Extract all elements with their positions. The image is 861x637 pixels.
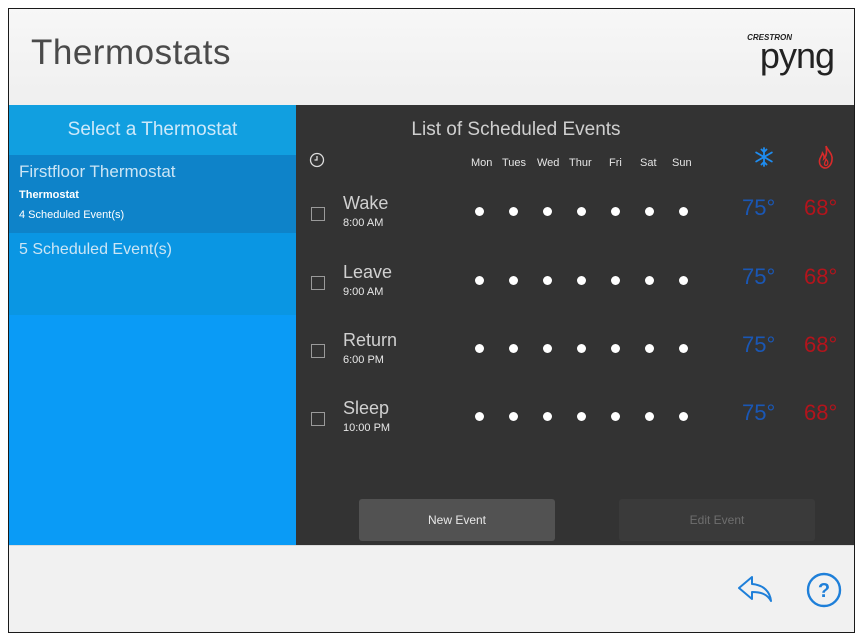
sidebar-heading: Select a Thermostat: [9, 105, 296, 155]
day-dot-tues: [509, 276, 518, 285]
day-dot-mon: [475, 344, 484, 353]
schedule-list-item[interactable]: 5 Scheduled Event(s): [9, 233, 296, 315]
event-row-return: Return 6:00 PM 75° 68°: [296, 330, 854, 398]
event-name: Return: [343, 330, 398, 350]
schedule-item-label: 5 Scheduled Event(s): [19, 241, 172, 258]
thermostat-event-count: 4 Scheduled Event(s): [19, 209, 125, 221]
clock-icon: [309, 152, 325, 168]
event-checkbox[interactable]: [311, 276, 325, 290]
event-checkbox[interactable]: [311, 412, 325, 426]
day-dot-thur: [577, 412, 586, 421]
day-dot-mon: [475, 276, 484, 285]
event-time: 10:00 PM: [343, 422, 391, 434]
snowflake-icon: [755, 147, 773, 167]
day-header-tues: Tues: [502, 157, 527, 169]
event-time: 8:00 AM: [343, 217, 384, 229]
thermostat-type: Thermostat: [19, 189, 79, 201]
day-dot-sat: [645, 344, 654, 353]
day-header-mon: Mon: [471, 157, 493, 169]
day-dot-sat: [645, 276, 654, 285]
day-dot-wed: [543, 412, 552, 421]
app-window: Thermostats CRESTRON pyng Select a Therm…: [8, 8, 855, 633]
day-dot-fri: [611, 207, 620, 216]
day-header-thur: Thur: [569, 157, 592, 169]
heat-setpoint: 68°: [804, 332, 838, 357]
page-title: Thermostats: [31, 33, 231, 72]
day-dot-mon: [475, 207, 484, 216]
cool-setpoint: 75°: [742, 400, 776, 425]
flame-icon: [818, 145, 833, 169]
day-dot-sun: [679, 207, 688, 216]
back-arrow-icon[interactable]: [737, 574, 773, 604]
day-dot-wed: [543, 276, 552, 285]
cool-setpoint: 75°: [742, 332, 776, 357]
heat-setpoint: 68°: [804, 400, 838, 425]
day-dot-tues: [509, 207, 518, 216]
event-checkbox[interactable]: [311, 207, 325, 221]
logo-product-text: pyng: [759, 35, 835, 76]
day-dot-fri: [611, 412, 620, 421]
cool-setpoint: 75°: [742, 195, 776, 220]
event-row-sleep: Sleep 10:00 PM 75° 68°: [296, 398, 854, 466]
day-dot-thur: [577, 344, 586, 353]
footer: [9, 545, 854, 632]
event-name: Sleep: [343, 398, 390, 418]
day-dot-sun: [679, 412, 688, 421]
day-dot-wed: [543, 344, 552, 353]
day-dot-tues: [509, 412, 518, 421]
thermostat-sidebar: Select a Thermostat Firstfloor Thermosta…: [9, 105, 296, 545]
event-checkbox[interactable]: [311, 344, 325, 358]
day-dot-sat: [645, 207, 654, 216]
day-dot-tues: [509, 344, 518, 353]
event-name: Leave: [343, 262, 393, 282]
scheduled-events-panel: List of Scheduled Events Mon Tues Wed Th…: [296, 105, 854, 545]
heat-setpoint: 68°: [804, 264, 838, 289]
day-header-sat: Sat: [640, 157, 657, 169]
day-dot-wed: [543, 207, 552, 216]
event-time: 6:00 PM: [343, 354, 384, 366]
day-dot-sun: [679, 344, 688, 353]
cool-setpoint: 75°: [742, 264, 776, 289]
event-name: Wake: [343, 193, 389, 213]
new-event-button[interactable]: New Event: [359, 499, 555, 541]
svg-text:?: ?: [818, 580, 830, 602]
event-time: 9:00 AM: [343, 286, 384, 298]
crestron-pyng-logo: CRESTRON pyng: [734, 31, 835, 79]
day-header-wed: Wed: [537, 157, 560, 169]
thermostat-name: Firstfloor Thermostat: [19, 162, 176, 181]
header: Thermostats CRESTRON pyng: [9, 9, 854, 105]
day-dot-thur: [577, 276, 586, 285]
help-icon[interactable]: ?: [806, 572, 842, 608]
event-row-wake: Wake 8:00 AM 75° 68°: [296, 193, 854, 261]
heat-setpoint: 68°: [804, 195, 838, 220]
day-dot-thur: [577, 207, 586, 216]
event-row-leave: Leave 9:00 AM 75° 68°: [296, 262, 854, 330]
thermostat-list-item[interactable]: Firstfloor Thermostat Thermostat 4 Sched…: [9, 155, 296, 233]
day-dot-fri: [611, 344, 620, 353]
day-dot-sat: [645, 412, 654, 421]
day-dot-mon: [475, 412, 484, 421]
panel-title: List of Scheduled Events: [411, 119, 621, 140]
day-dot-fri: [611, 276, 620, 285]
day-header-fri: Fri: [609, 157, 622, 169]
day-header-sun: Sun: [672, 157, 692, 169]
day-dot-sun: [679, 276, 688, 285]
edit-event-button[interactable]: Edit Event: [619, 499, 815, 541]
